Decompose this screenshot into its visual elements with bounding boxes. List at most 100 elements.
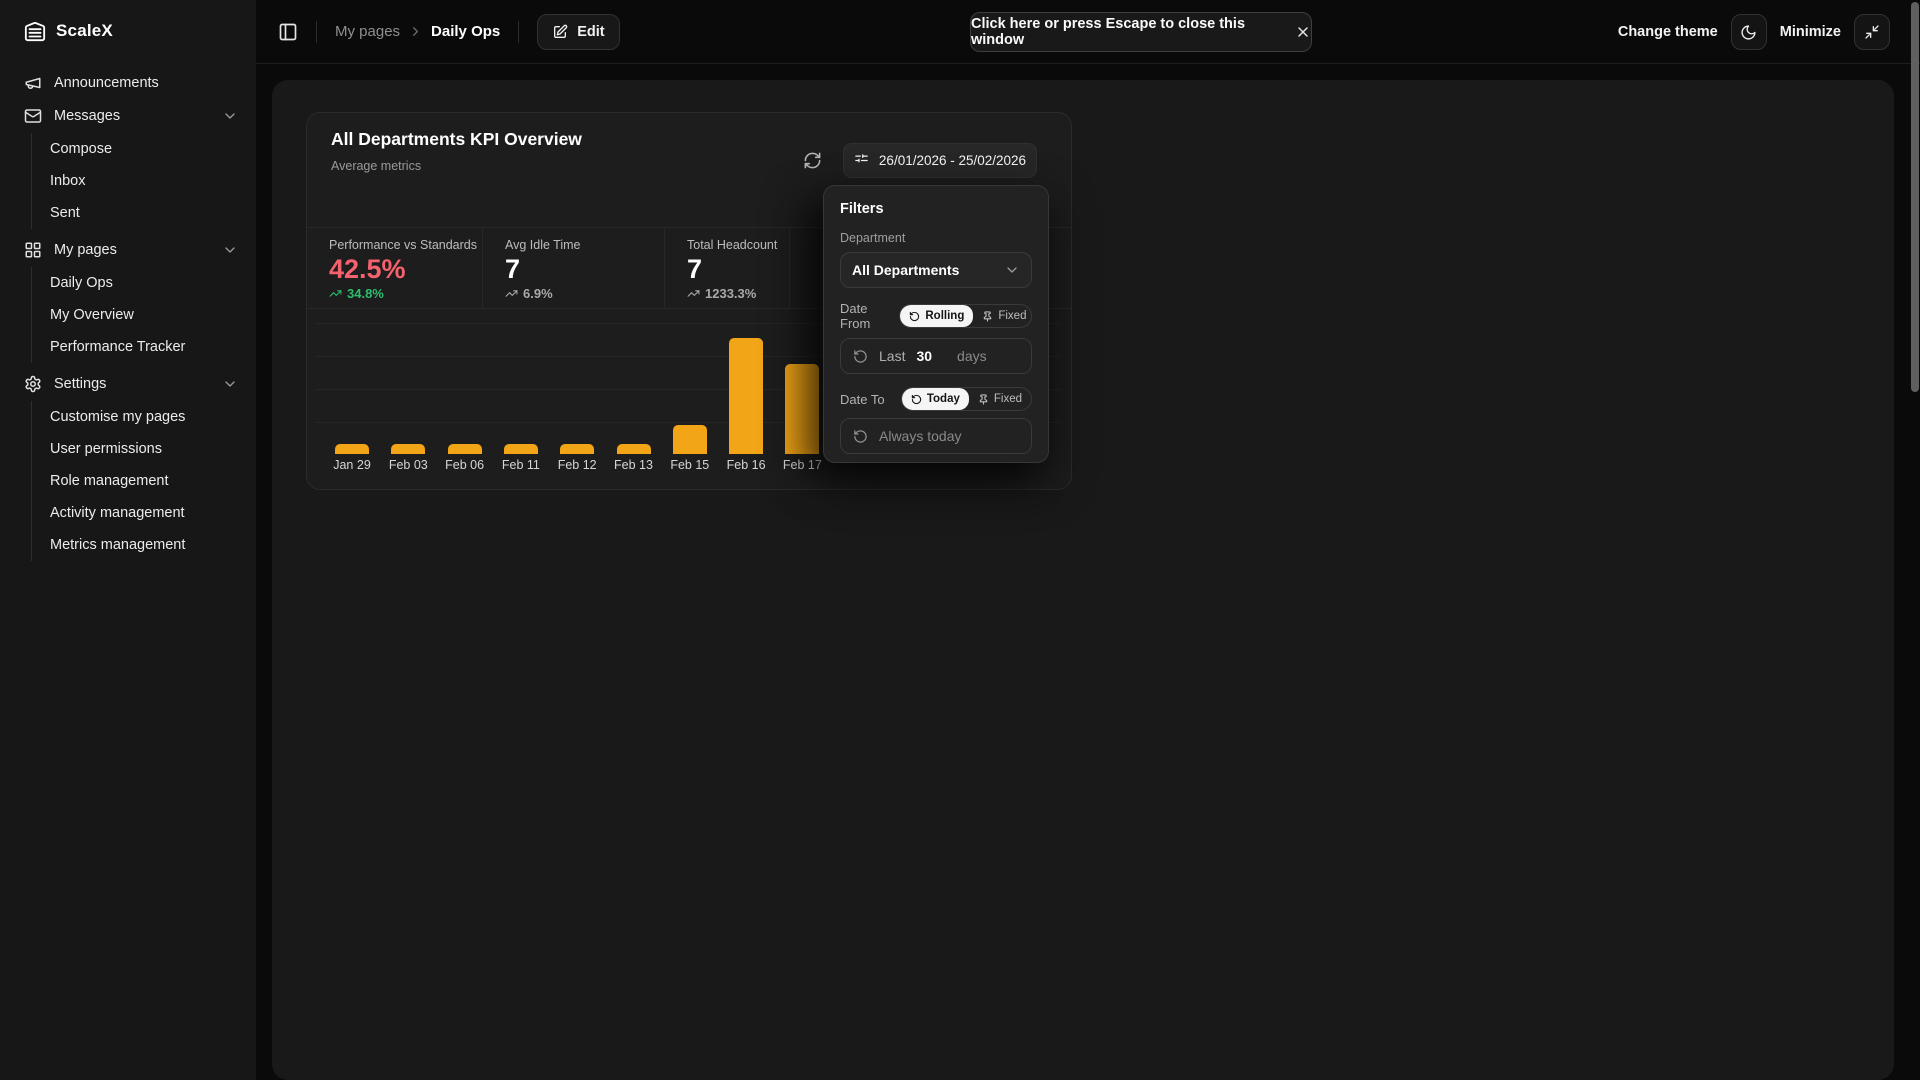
sidebar-item-compose[interactable]: Compose bbox=[50, 133, 256, 165]
date-range-button[interactable]: 26/01/2026 - 25/02/2026 bbox=[843, 143, 1037, 178]
sliders-icon bbox=[854, 153, 869, 168]
department-select[interactable]: All Departments bbox=[840, 252, 1032, 288]
breadcrumb-current: Daily Ops bbox=[431, 23, 500, 40]
department-label: Department bbox=[840, 231, 1032, 245]
department-select-value: All Departments bbox=[852, 262, 959, 278]
chevron-down-icon bbox=[222, 242, 238, 258]
bar-feb-11[interactable] bbox=[504, 444, 538, 454]
panel-left-icon bbox=[278, 22, 298, 42]
x-axis-label: Feb 15 bbox=[660, 458, 720, 472]
sidebar-item-my-pages[interactable]: My pages bbox=[0, 233, 256, 266]
x-axis-label: Feb 03 bbox=[378, 458, 438, 472]
bar-feb-17[interactable] bbox=[785, 364, 819, 454]
sidebar-item-label: Announcements bbox=[54, 75, 159, 91]
filters-title: Filters bbox=[840, 201, 1032, 217]
refresh-icon[interactable] bbox=[803, 151, 822, 170]
fixed-toggle[interactable]: Fixed bbox=[969, 388, 1031, 410]
days-label: days bbox=[957, 348, 987, 364]
sidebar-item-settings[interactable]: Settings bbox=[0, 367, 256, 400]
grid-icon bbox=[24, 241, 42, 259]
trending-up-icon bbox=[505, 287, 518, 300]
sidebar-item-sent[interactable]: Sent bbox=[50, 197, 256, 229]
always-today-value: Always today bbox=[879, 428, 961, 444]
sidebar-item-daily-ops[interactable]: Daily Ops bbox=[50, 267, 256, 299]
sidebar-nav: Announcements MessagesComposeInboxSent My … bbox=[0, 66, 256, 561]
rotate-ccw-icon bbox=[909, 311, 920, 322]
date-to-label: Date To bbox=[840, 392, 885, 407]
theme-toggle-button[interactable] bbox=[1731, 14, 1767, 50]
kpi-trend: 1233.3% bbox=[687, 286, 789, 301]
app-logo: ScaleX bbox=[0, 0, 256, 42]
banner-text: Click here or press Escape to close this… bbox=[971, 16, 1282, 48]
date-from-row: Date From Rolling Fixed bbox=[840, 301, 1032, 331]
change-theme-label: Change theme bbox=[1618, 24, 1718, 40]
minimize-label: Minimize bbox=[1780, 24, 1841, 40]
close-icon[interactable] bbox=[1295, 24, 1311, 40]
edit-button[interactable]: Edit bbox=[537, 14, 619, 50]
topbar-divider bbox=[518, 21, 519, 43]
kpi-cell-avg-idle-time: Avg Idle Time76.9% bbox=[483, 228, 665, 308]
app-name: ScaleX bbox=[56, 21, 113, 41]
date-to-row: Date To Today Fixed bbox=[840, 387, 1032, 411]
kpi-trend-value: 1233.3% bbox=[705, 286, 756, 301]
chevron-down-icon bbox=[222, 108, 238, 124]
rolling-toggle[interactable]: Rolling bbox=[900, 305, 973, 327]
today-toggle[interactable]: Today bbox=[902, 388, 969, 410]
sidebar-item-announcements[interactable]: Announcements bbox=[0, 66, 256, 99]
days-value[interactable]: 30 bbox=[916, 348, 932, 364]
bar-jan-29[interactable] bbox=[335, 444, 369, 454]
sidebar-subsection-settings: Customise my pagesUser permissionsRole m… bbox=[31, 401, 256, 561]
chevron-down-icon bbox=[222, 376, 238, 392]
mail-icon bbox=[24, 107, 42, 125]
rotate-ccw-icon bbox=[853, 429, 868, 444]
rolling-days-input[interactable]: Last 30 days bbox=[840, 338, 1032, 374]
close-window-banner[interactable]: Click here or press Escape to close this… bbox=[970, 12, 1312, 52]
fixed-label: Fixed bbox=[994, 393, 1022, 405]
chevron-right-icon bbox=[408, 24, 423, 39]
sidebar-item-inbox[interactable]: Inbox bbox=[50, 165, 256, 197]
bar-feb-12[interactable] bbox=[560, 444, 594, 454]
pin-icon bbox=[978, 394, 989, 405]
x-axis-label: Feb 11 bbox=[491, 458, 551, 472]
sidebar-item-performance-tracker[interactable]: Performance Tracker bbox=[50, 331, 256, 363]
card-title: All Departments KPI Overview bbox=[331, 129, 582, 150]
kpi-value: 42.5% bbox=[329, 254, 482, 284]
fixed-toggle[interactable]: Fixed bbox=[973, 305, 1032, 327]
sidebar-item-activity-management[interactable]: Activity management bbox=[50, 497, 256, 529]
topbar-right: Change theme Minimize bbox=[1618, 14, 1890, 50]
card-subtitle: Average metrics bbox=[331, 159, 421, 173]
sidebar-item-metrics-management[interactable]: Metrics management bbox=[50, 529, 256, 561]
vertical-scrollbar[interactable] bbox=[1911, 2, 1919, 392]
bar-feb-15[interactable] bbox=[673, 425, 707, 454]
last-label: Last bbox=[879, 348, 905, 364]
sidebar-item-role-management[interactable]: Role management bbox=[50, 465, 256, 497]
date-from-label: Date From bbox=[840, 301, 899, 331]
x-axis-label: Feb 17 bbox=[772, 458, 832, 472]
kpi-trend: 6.9% bbox=[505, 286, 664, 301]
megaphone-icon bbox=[24, 74, 42, 92]
sidebar: ScaleX Announcements MessagesComposeInbox… bbox=[0, 0, 256, 1080]
sidebar-item-my-overview[interactable]: My Overview bbox=[50, 299, 256, 331]
x-axis-label: Feb 16 bbox=[716, 458, 776, 472]
pin-icon bbox=[982, 311, 993, 322]
sidebar-item-customise-my-pages[interactable]: Customise my pages bbox=[50, 401, 256, 433]
bar-feb-06[interactable] bbox=[448, 444, 482, 454]
moon-icon bbox=[1740, 24, 1757, 41]
sidebar-item-user-permissions[interactable]: User permissions bbox=[50, 433, 256, 465]
bar-feb-16[interactable] bbox=[729, 338, 763, 454]
x-axis-label: Feb 13 bbox=[604, 458, 664, 472]
sidebar-item-messages[interactable]: Messages bbox=[0, 99, 256, 132]
bar-feb-13[interactable] bbox=[617, 444, 651, 454]
minimize-button[interactable] bbox=[1854, 14, 1890, 50]
kpi-label: Avg Idle Time bbox=[505, 238, 664, 252]
bar-feb-03[interactable] bbox=[391, 444, 425, 454]
date-to-input[interactable]: Always today bbox=[840, 418, 1032, 454]
breadcrumb-parent[interactable]: My pages bbox=[335, 23, 400, 40]
kpi-trend: 34.8% bbox=[329, 286, 482, 301]
rotate-ccw-icon bbox=[853, 349, 868, 364]
warehouse-icon bbox=[24, 20, 46, 42]
sidebar-toggle-button[interactable] bbox=[278, 22, 298, 42]
sidebar-item-label: My pages bbox=[54, 242, 117, 258]
sidebar-subsection-my-pages: Daily OpsMy OverviewPerformance Tracker bbox=[31, 267, 256, 363]
trending-up-icon bbox=[687, 287, 700, 300]
